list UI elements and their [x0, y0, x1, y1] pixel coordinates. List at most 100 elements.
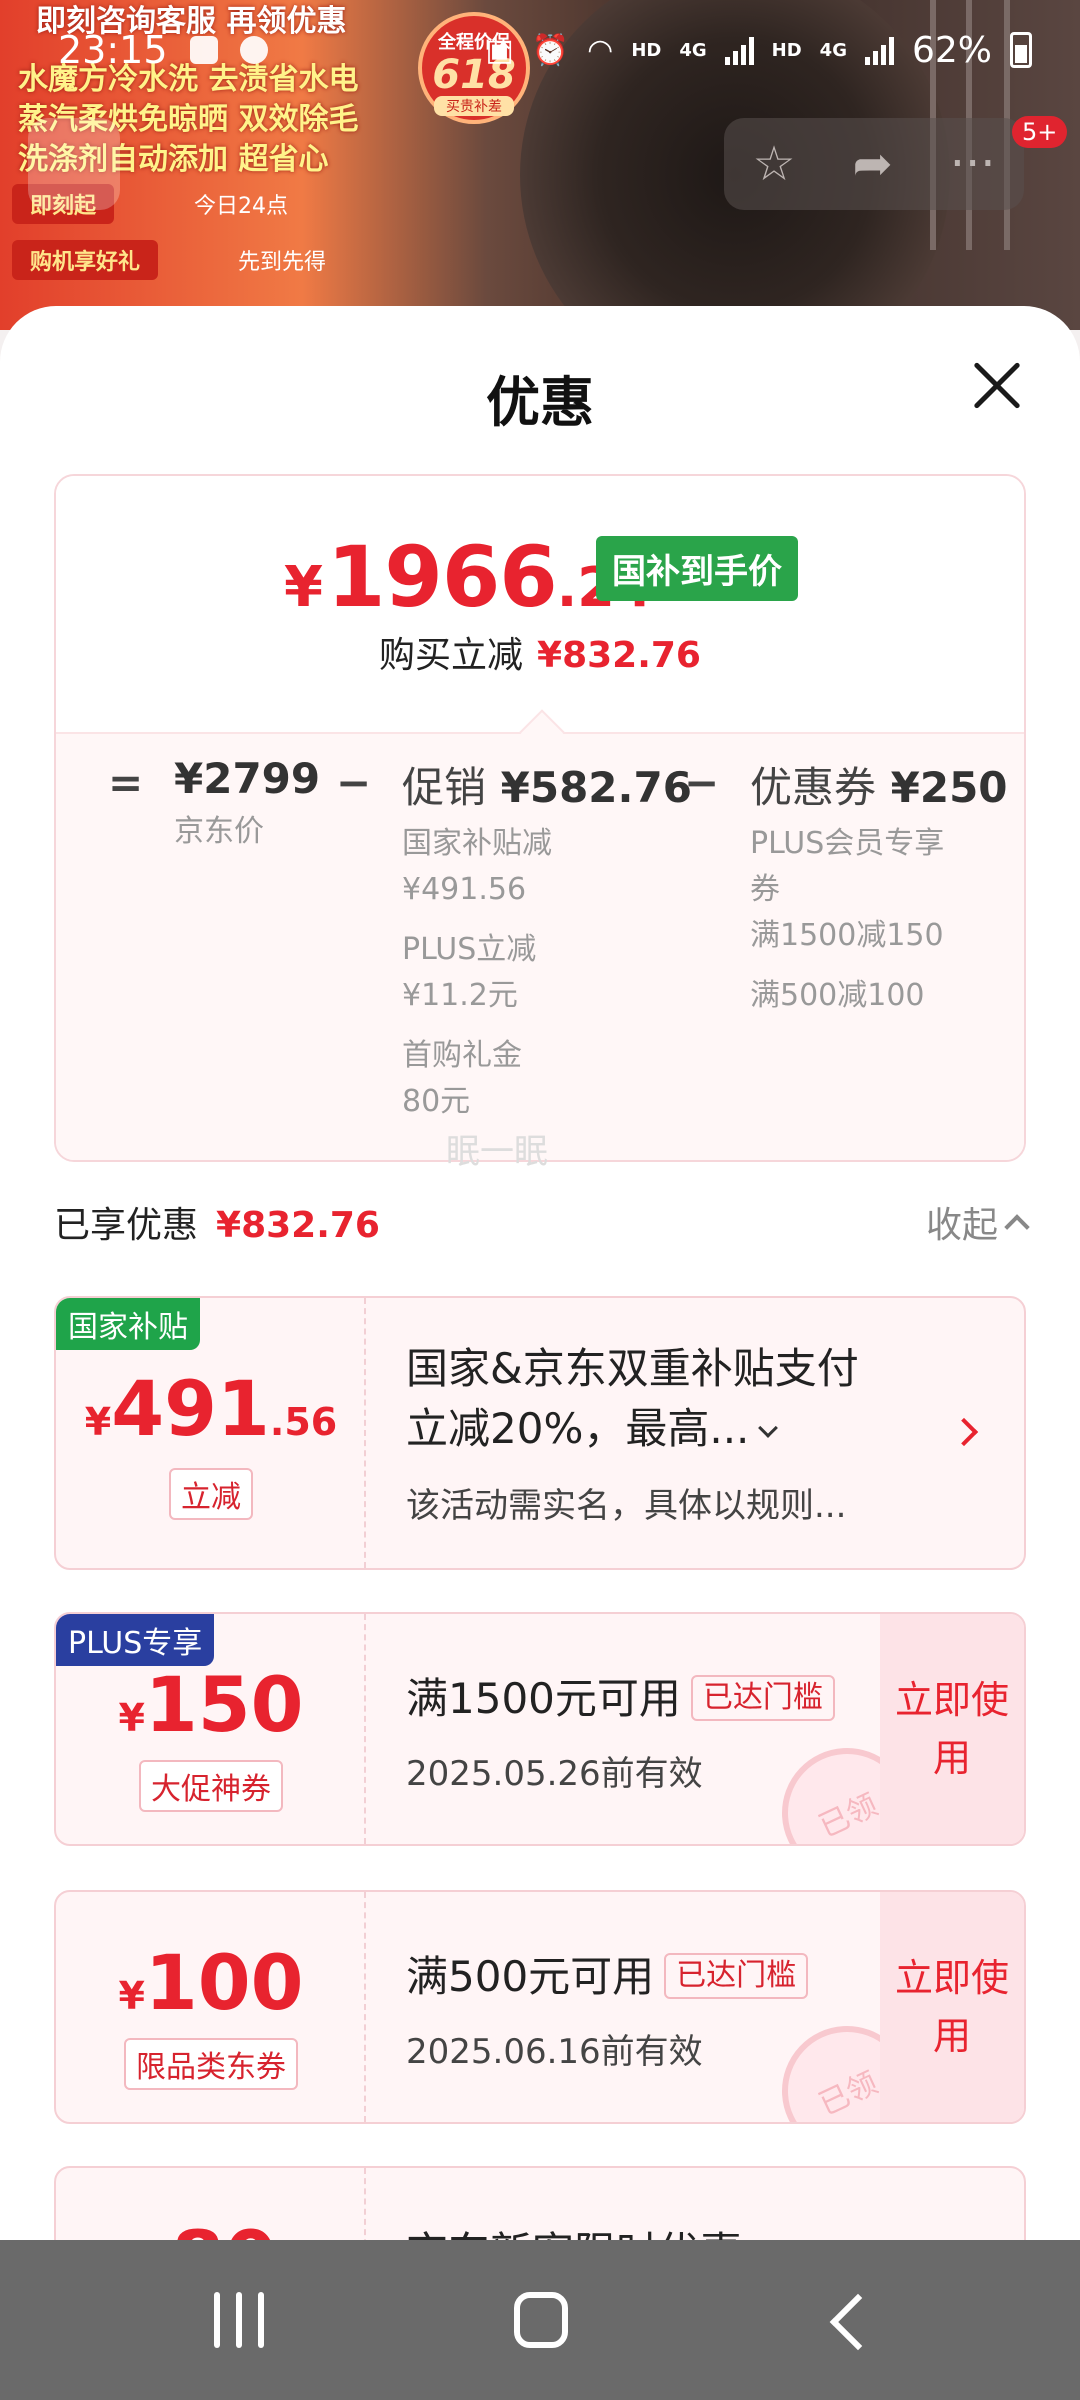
star-icon[interactable]: ☆: [752, 136, 795, 192]
reduce-line: 购买立减 ¥832.76: [56, 626, 1024, 678]
coupon-desc: 该活动需实名，具体以规则...: [406, 1486, 847, 1526]
coupon-amount: ¥100: [56, 1938, 366, 2027]
coupon-currency: ¥: [118, 1974, 145, 2018]
final-price-currency: ¥: [284, 555, 323, 620]
coupon-corner-tag: PLUS专享: [56, 1614, 215, 1666]
promo-item: PLUS立减: [402, 932, 537, 967]
discount-sheet: 优惠 ¥ 1966 .24 国补到手价 购买立减¥832.76 = ¥2799 …: [0, 306, 1080, 2240]
battery-icon: [1010, 32, 1032, 68]
chevron-down-icon: [758, 1418, 779, 1438]
promo-total: 促销 ¥582.76: [402, 754, 692, 815]
final-price-tag: 国补到手价: [596, 536, 798, 601]
promo-column: 促销 ¥582.76 国家补贴减 ¥491.56 PLUS立减 ¥11.2元 首…: [402, 754, 692, 1125]
coupon-card-plus: PLUS专享 ¥150 大促神券 满1500元可用 已达门槛 2025.05.26…: [54, 1612, 1026, 1846]
network-label: 4G: [679, 39, 707, 61]
back-button[interactable]: [28, 118, 120, 210]
coupon-card-newuser: ¥80 京东新客限时优惠: [54, 2166, 1026, 2240]
alarm-icon: ⏰: [531, 32, 570, 68]
price-summary-card: ¥ 1966 .24 国补到手价 购买立减¥832.76 = ¥2799 京东价…: [54, 474, 1026, 1162]
coupon-title-row: 满1500元可用 已达门槛: [406, 1666, 835, 1732]
use-now-button[interactable]: 立即使用: [880, 1892, 1024, 2122]
watermark: 眠一眠: [446, 1132, 548, 1172]
minus-sign: −: [336, 758, 372, 807]
reduce-amount: ¥832.76: [537, 635, 701, 676]
promo-item: ¥491.56: [402, 872, 527, 907]
coupon-integer: 491: [111, 1364, 270, 1453]
coupon-label: 优惠券: [750, 763, 877, 812]
use-now-button[interactable]: 立即使用: [880, 1614, 1024, 1844]
signal-icon: [864, 35, 894, 65]
coupon-corner-tag: 国家补贴: [56, 1298, 200, 1350]
coupon-decimal: .56: [269, 1400, 338, 1444]
coupon-title: 国家&京东双重补贴支付: [406, 1344, 859, 1393]
coupon-item: 券: [750, 872, 780, 907]
close-icon[interactable]: [960, 350, 1032, 422]
status-time: 23:15: [58, 28, 168, 72]
coupon-validity: 2025.06.16前有效: [406, 2032, 703, 2072]
enjoyed-amount: ¥832.76: [216, 1205, 380, 1246]
signal-icon: [724, 35, 754, 65]
coupon-currency: ¥: [118, 1696, 145, 1740]
app-notification-icon: [239, 36, 268, 64]
hd-label: HD: [771, 39, 802, 61]
coupon-amount: ¥150: [56, 1660, 366, 1749]
jd-price-column: ¥2799 京东价: [174, 754, 320, 855]
coupon-title-line2[interactable]: 立减20%，最高...: [406, 1396, 779, 1462]
battery-percent: 62%: [911, 29, 992, 71]
coupon-column: 优惠券 ¥250 PLUS会员专享 券 满1500减150 满500减100: [750, 754, 1008, 1019]
collapse-label: 收起: [925, 1205, 998, 1246]
collapse-button[interactable]: 收起: [925, 1196, 1030, 1248]
coupon-integer: 150: [144, 1660, 304, 1749]
promo-item: 国家补贴减: [402, 826, 552, 861]
coupon-amount: ¥80: [56, 2214, 366, 2240]
coupon-integer: 80: [171, 2214, 277, 2240]
back-icon[interactable]: [829, 2293, 887, 2351]
share-icon[interactable]: ➦: [853, 136, 893, 192]
coupon-currency: ¥: [84, 1400, 112, 1444]
chevron-right-icon[interactable]: [949, 1417, 979, 1447]
coupon-item: 满500减100: [750, 978, 925, 1013]
hd-label: HD: [631, 39, 662, 61]
coupon-subtag: 大促神券: [139, 1760, 283, 1812]
coupon-title: 满1500元可用: [406, 1674, 681, 1723]
coupon-subtag: 立减: [169, 1468, 253, 1520]
promo-label: 促销: [402, 763, 487, 812]
home-icon[interactable]: [514, 2292, 568, 2348]
final-price-integer: 1966: [326, 528, 558, 626]
jd-price-label: 京东价: [174, 814, 264, 849]
coupon-validity: 2025.05.26前有效: [406, 1754, 703, 1794]
enjoyed-label: 已享优惠: [54, 1205, 199, 1246]
coupon-subtag: 限品类东券: [124, 2038, 298, 2090]
network-label: 4G: [819, 39, 847, 61]
coupon-amount: ¥250: [890, 763, 1008, 812]
sheet-title: 优惠: [486, 371, 594, 434]
promo-row-label: 购机享好礼: [12, 240, 159, 280]
coupon-total: 优惠券 ¥250: [750, 754, 1008, 815]
coupon-integer: 100: [144, 1938, 304, 2027]
promo-amount: ¥582.76: [500, 763, 692, 812]
promo-item: 80元: [402, 1084, 471, 1119]
recent-apps-icon[interactable]: [214, 2292, 264, 2348]
coupon-title-text: 立减20%，最高...: [406, 1404, 750, 1453]
more-icon[interactable]: ···: [950, 136, 996, 192]
summary-top: ¥ 1966 .24 国补到手价 购买立减¥832.76: [56, 476, 1024, 732]
equals-sign: =: [108, 758, 144, 807]
system-nav-bar: [0, 2240, 1080, 2400]
coupon-amount: ¥491.56: [56, 1364, 366, 1453]
coupon-title: 京东新客限时优惠: [406, 2220, 742, 2240]
chevron-up-icon: [1004, 1214, 1030, 1240]
promo-item: 首购礼金: [402, 1038, 522, 1073]
notification-badge: 5+: [1012, 116, 1068, 148]
wifi-icon: ◠: [587, 32, 614, 68]
coupon-title-row: 满500元可用 已达门槛: [406, 1944, 809, 2010]
coupon-item: PLUS会员专享: [750, 826, 945, 861]
promo-row-value: 今日24点: [194, 194, 289, 219]
jd-price: ¥2799: [174, 754, 321, 803]
reduce-label: 购买立减: [379, 635, 524, 676]
promo-row-gift: 购机享好礼 先到先得: [12, 238, 412, 282]
coupon-card-subsidy[interactable]: 国家补贴 ¥491.56 立减 国家&京东双重补贴支付 立减20%，最高... …: [54, 1296, 1026, 1570]
threshold-tag: 已达门槛: [690, 1675, 835, 1721]
enjoyed-discount: 已享优惠 ¥832.76: [54, 1196, 380, 1248]
coupon-card-category: ¥100 限品类东券 满500元可用 已达门槛 2025.06.16前有效 已领 …: [54, 1890, 1026, 2124]
promo-row-value: 先到先得: [238, 250, 327, 275]
